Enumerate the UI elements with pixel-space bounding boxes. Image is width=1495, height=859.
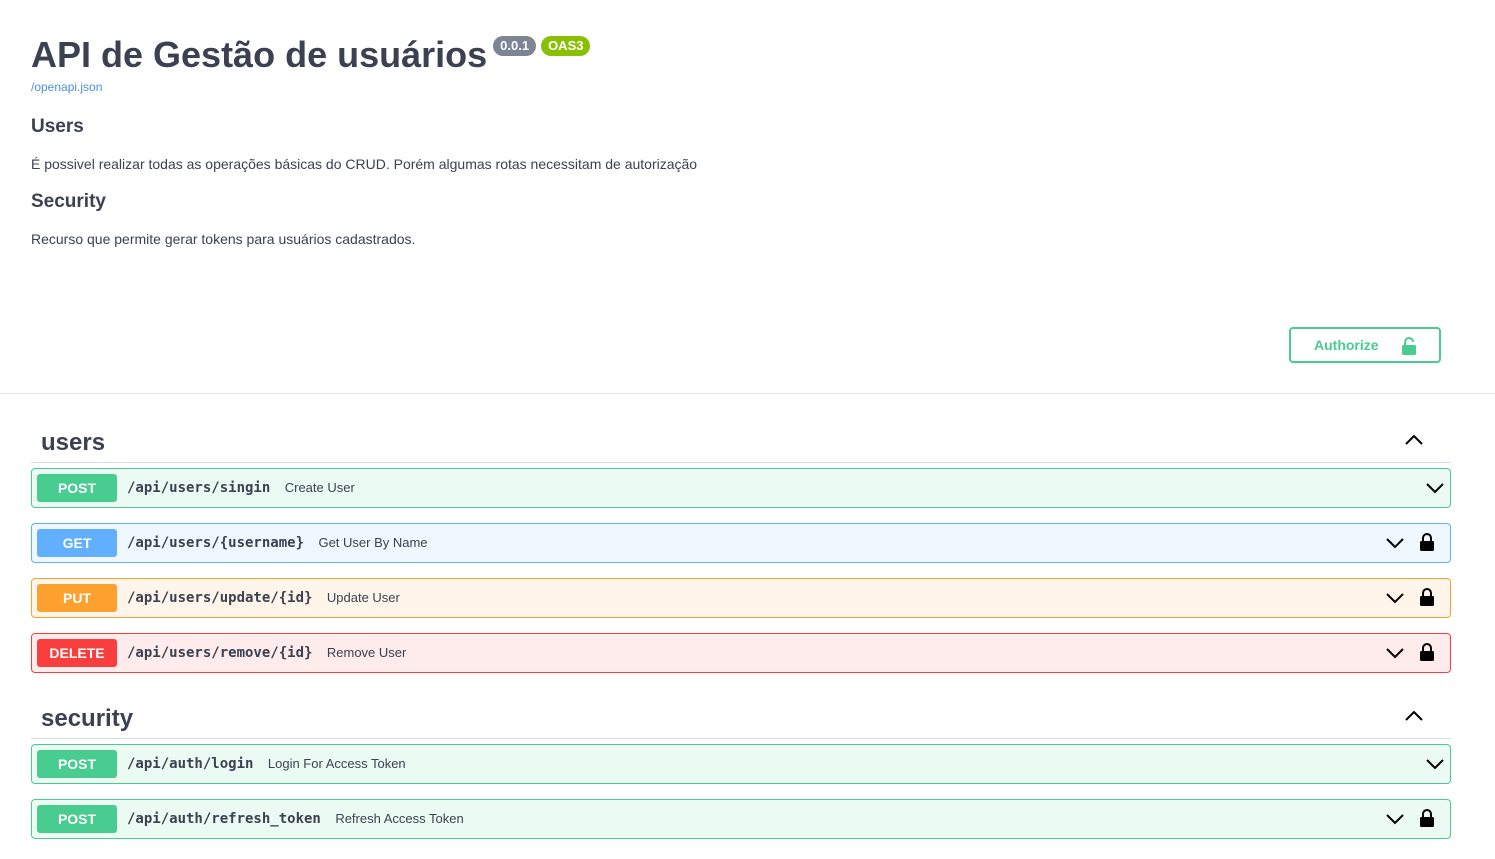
lock-icon[interactable] — [1420, 809, 1434, 832]
tag-name-security: security — [41, 705, 134, 732]
operation-path: /api/users/update/{id} Update User — [127, 590, 400, 606]
operation-summary: Get User By Name — [318, 535, 428, 550]
method-badge: PUT — [37, 584, 117, 612]
section-description-users: É possivel realizar todas as operações b… — [31, 156, 698, 172]
operation-get-users-username[interactable]: GET /api/users/{username} Get User By Na… — [31, 523, 1451, 563]
unlocked-lock-icon — [1401, 337, 1417, 358]
authorize-label: Authorize — [1314, 337, 1379, 353]
operation-summary: Refresh Access Token — [335, 811, 464, 826]
version-badge: 0.0.1 — [493, 36, 537, 56]
section-heading-users: Users — [31, 116, 84, 137]
operation-path: /api/users/{username} Get User By Name — [127, 535, 428, 551]
tag-header-security[interactable]: security — [31, 699, 1451, 739]
operation-post-auth-login[interactable]: POST /api/auth/login Login For Access To… — [31, 744, 1451, 784]
authorize-button[interactable]: Authorize — [1289, 327, 1441, 363]
operation-path: /api/auth/refresh_token Refresh Access T… — [127, 811, 464, 827]
chevron-down-icon[interactable] — [1386, 536, 1404, 554]
method-badge: POST — [37, 805, 117, 833]
chevron-up-icon[interactable] — [1405, 433, 1423, 451]
operation-post-auth-refresh-token[interactable]: POST /api/auth/refresh_token Refresh Acc… — [31, 799, 1451, 839]
tag-header-users[interactable]: users — [31, 423, 1451, 463]
lock-icon[interactable] — [1420, 643, 1434, 666]
section-description-security: Recurso que permite gerar tokens para us… — [31, 231, 416, 247]
scheme-container — [0, 296, 1495, 394]
chevron-down-icon[interactable] — [1426, 481, 1444, 499]
openapi-json-link[interactable]: /openapi.json — [31, 80, 102, 94]
operation-path: /api/users/remove/{id} Remove User — [127, 645, 407, 661]
chevron-down-icon[interactable] — [1386, 646, 1404, 664]
tag-name-users: users — [41, 429, 106, 456]
section-heading-security: Security — [31, 191, 106, 212]
lock-icon[interactable] — [1420, 588, 1434, 611]
operation-put-users-update[interactable]: PUT /api/users/update/{id} Update User — [31, 578, 1451, 618]
chevron-down-icon[interactable] — [1426, 757, 1444, 775]
method-badge: DELETE — [37, 639, 117, 667]
oas-badge: OAS3 — [541, 36, 591, 56]
lock-icon[interactable] — [1420, 533, 1434, 556]
method-badge: GET — [37, 529, 117, 557]
operation-path: /api/auth/login Login For Access Token — [127, 756, 406, 772]
chevron-down-icon[interactable] — [1386, 591, 1404, 609]
operation-summary: Create User — [284, 480, 355, 495]
method-badge: POST — [37, 750, 117, 778]
operation-summary: Update User — [326, 590, 400, 605]
operation-summary: Remove User — [326, 645, 407, 660]
operation-path: /api/users/singin Create User — [127, 480, 355, 496]
method-badge: POST — [37, 474, 117, 502]
chevron-up-icon[interactable] — [1405, 709, 1423, 727]
page-title: API de Gestão de usuários — [31, 34, 488, 75]
chevron-down-icon[interactable] — [1386, 812, 1404, 830]
title-row: API de Gestão de usuários 0.0.1 OAS3 — [31, 34, 591, 78]
operation-summary: Login For Access Token — [267, 756, 406, 771]
operation-post-users-singin[interactable]: POST /api/users/singin Create User — [31, 468, 1451, 508]
operation-delete-users-remove[interactable]: DELETE /api/users/remove/{id} Remove Use… — [31, 633, 1451, 673]
